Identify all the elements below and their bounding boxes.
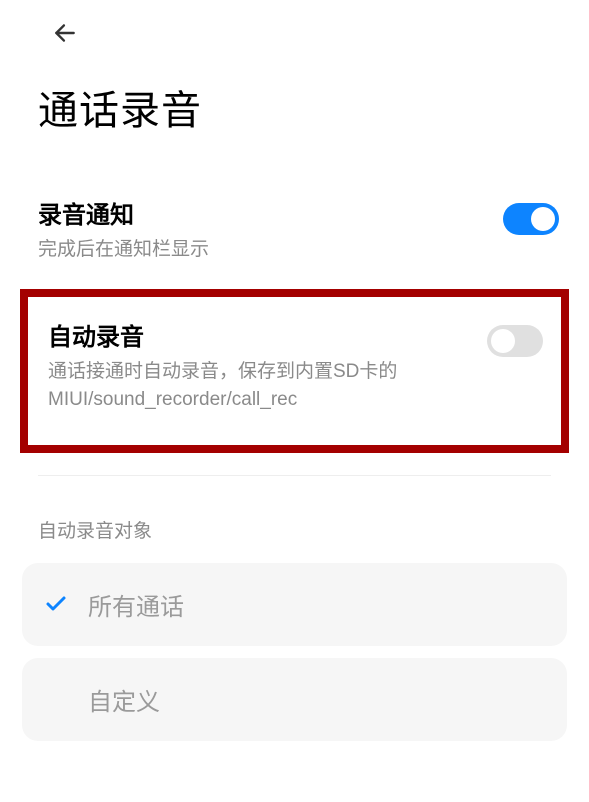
checkmark-icon <box>42 590 70 618</box>
settings-list: 录音通知 完成后在通知栏显示 自动录音 通话接通时自动录音，保存到内置SD卡的M… <box>0 181 589 741</box>
setting-text: 自动录音 通话接通时自动录音，保存到内置SD卡的MIUI/sound_recor… <box>48 317 487 415</box>
option-all-calls[interactable]: 所有通话 <box>22 563 567 646</box>
toggle-recording-notification[interactable] <box>503 203 559 235</box>
setting-subtitle: 完成后在通知栏显示 <box>38 236 483 265</box>
page-title: 通话录音 <box>0 48 589 136</box>
setting-title: 录音通知 <box>38 195 483 230</box>
arrow-left-icon <box>52 20 78 46</box>
option-custom[interactable]: 自定义 <box>22 658 567 741</box>
setting-subtitle: 通话接通时自动录音，保存到内置SD卡的MIUI/sound_recorder/c… <box>48 358 467 415</box>
toggle-knob <box>491 329 515 353</box>
section-label: 自动录音对象 <box>0 476 589 563</box>
toggle-auto-record[interactable] <box>487 325 543 357</box>
highlight-auto-record: 自动录音 通话接通时自动录音，保存到内置SD卡的MIUI/sound_recor… <box>20 289 569 453</box>
setting-text: 录音通知 完成后在通知栏显示 <box>38 195 503 265</box>
setting-auto-record[interactable]: 自动录音 通话接通时自动录音，保存到内置SD卡的MIUI/sound_recor… <box>38 309 551 415</box>
toggle-knob <box>531 207 555 231</box>
option-label: 自定义 <box>88 682 160 717</box>
setting-title: 自动录音 <box>48 317 467 352</box>
back-button[interactable] <box>50 18 80 48</box>
option-label: 所有通话 <box>88 587 184 622</box>
setting-recording-notification[interactable]: 录音通知 完成后在通知栏显示 <box>0 181 589 279</box>
